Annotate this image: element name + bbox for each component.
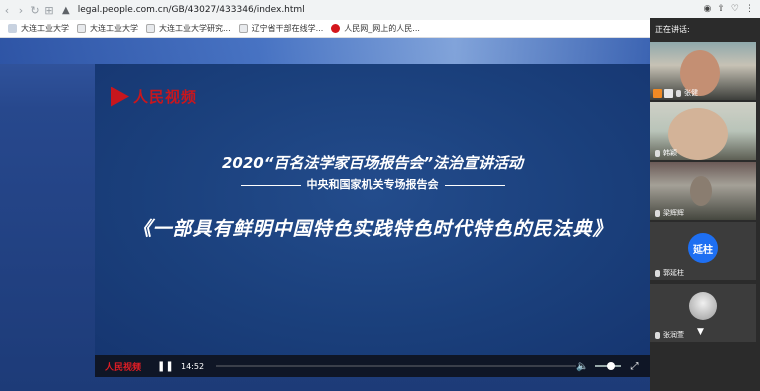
- bookmark-item[interactable]: 人民网_网上的人民...: [331, 23, 420, 34]
- page-icon: [146, 24, 155, 33]
- video-title-line1: 2020“百名法学家百场报告会”法治宣讲活动: [221, 154, 524, 172]
- panel-toolbar: ◉ ⇧ ♡ ⋮: [650, 0, 760, 18]
- playback-time: 14:52: [181, 361, 205, 371]
- back-icon[interactable]: ‹: [0, 4, 14, 17]
- participant-tile[interactable]: 韩颖: [650, 102, 756, 160]
- volume-knob[interactable]: [606, 362, 615, 370]
- chevron-down-icon[interactable]: ▼: [697, 327, 704, 337]
- reload-icon[interactable]: ↻: [28, 4, 42, 17]
- video-frame[interactable]: 人民视频 2020“百名法学家百场报告会”法治宣讲活动 中央和国家机关专场报告会…: [95, 64, 650, 355]
- menu-icon[interactable]: ⋮: [745, 4, 754, 14]
- heart-icon[interactable]: ♡: [731, 4, 739, 14]
- address-bar: ‹ › ↻ ⊞ ▲ legal.people.com.cn/GB/43027/4…: [0, 0, 650, 20]
- page-icon: [77, 24, 86, 33]
- screen-share-icon: [664, 89, 673, 98]
- forward-icon[interactable]: ›: [14, 4, 28, 17]
- bookmark-item[interactable]: 大连工业大学: [8, 23, 69, 34]
- share-icon[interactable]: ⇧: [717, 4, 725, 14]
- camera-icon[interactable]: ◉: [704, 4, 712, 14]
- people-daily-icon: [331, 24, 341, 33]
- meeting-panel: ◉ ⇧ ♡ ⋮ 正在讲话: 张健 韩颖 梁辉辉 延柱 郭延柱 张润萱 ▼: [650, 0, 760, 391]
- participant-video: [668, 108, 728, 160]
- play-logo-icon: [111, 86, 129, 107]
- bookmark-item[interactable]: 大连工业大学: [77, 23, 138, 34]
- mic-icon: [655, 149, 660, 157]
- avatar: 延柱: [688, 233, 718, 263]
- volume-slider[interactable]: [594, 362, 621, 370]
- avatar: [689, 292, 717, 320]
- progress-bar[interactable]: [216, 365, 577, 367]
- apps-icon[interactable]: ⊞: [42, 4, 56, 17]
- participant-tile[interactable]: 梁辉辉: [650, 162, 756, 220]
- bookmark-item[interactable]: 大连工业大学研究...: [146, 23, 231, 34]
- participant-name: 梁辉辉: [655, 208, 684, 218]
- mic-icon: [655, 331, 660, 339]
- mic-icon: [655, 209, 660, 217]
- url-text[interactable]: legal.people.com.cn/GB/43027/433346/inde…: [78, 5, 305, 15]
- mic-icon: [655, 269, 660, 277]
- bookmark-item[interactable]: 辽宁省干部在线学...: [238, 23, 323, 34]
- participant-video: [690, 176, 712, 206]
- participant-name: 张润萱: [655, 330, 684, 340]
- controls-logo: 人民视频: [105, 362, 142, 373]
- video-logo: 人民视频: [111, 86, 197, 107]
- volume-icon[interactable]: 🔈: [576, 361, 588, 372]
- participant-tile[interactable]: 张健: [650, 42, 756, 100]
- video-title-line2: 中央和国家机关专场报告会: [95, 176, 650, 192]
- participant-tile[interactable]: 延柱 郭延柱: [650, 222, 756, 280]
- host-icon: [653, 89, 662, 98]
- participant-name: 韩颖: [655, 148, 677, 158]
- status-badges: [653, 89, 675, 98]
- participant-name: 郭延柱: [655, 268, 684, 278]
- divider-left: [240, 184, 301, 186]
- video-title-line3: 《一部具有鲜明中国特色实践特色时代特色的民法典》: [132, 218, 613, 240]
- mic-icon: [676, 89, 681, 97]
- speaking-label: 正在讲话:: [655, 24, 690, 34]
- participant-name: 张健: [676, 88, 698, 98]
- page-icon: [238, 24, 248, 33]
- video-player[interactable]: 人民视频 2020“百名法学家百场报告会”法治宣讲活动 中央和国家机关专场报告会…: [95, 64, 650, 377]
- fullscreen-icon[interactable]: ⤢: [631, 361, 639, 372]
- page-banner: [0, 38, 650, 64]
- bookmark-icon: [8, 24, 17, 33]
- player-controls: 人民视频 ❚❚ 14:52 🔈 ⤢: [95, 355, 650, 377]
- divider-right: [444, 184, 505, 186]
- not-secure-icon[interactable]: ▲: [62, 5, 70, 16]
- pause-icon[interactable]: ❚❚: [157, 361, 174, 372]
- bookmarks-bar: 大连工业大学 大连工业大学 大连工业大学研究... 辽宁省干部在线学... 人民…: [0, 20, 650, 38]
